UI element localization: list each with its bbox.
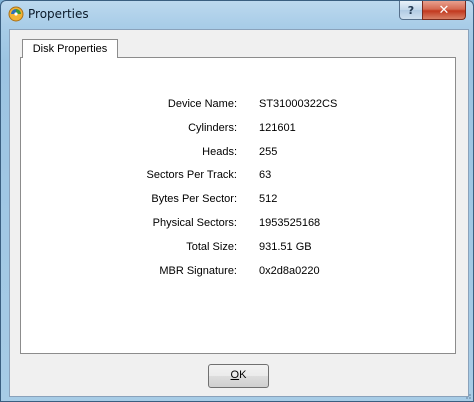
property-label: Cylinders: [188,122,237,134]
property-row-mbr-signature: MBR Signature: 0x2d8a0220 [21,263,455,279]
help-icon: ? [407,3,415,17]
property-row-heads: Heads: 255 [21,144,455,160]
property-row-bytes-per-sector: Bytes Per Sector: 512 [21,191,455,207]
tab-disk-properties[interactable]: Disk Properties [22,39,118,58]
ok-mnemonic: O [230,369,240,381]
property-value: 1953525168 [259,217,321,229]
property-value: 512 [259,193,278,205]
property-row-total-size: Total Size: 931.51 GB [21,239,455,255]
ok-label-rest: K [239,369,247,381]
close-icon: ✕ [438,2,450,18]
property-value: ST31000322CS [259,98,338,110]
property-row-cylinders: Cylinders: 121601 [21,120,455,136]
title-bar[interactable]: Properties ? ✕ [1,1,473,28]
tab-label: Disk Properties [32,43,108,55]
property-row-sectors-per-track: Sectors Per Track: 63 [21,167,455,183]
dialog-client-area: Disk Properties Device Name: ST31000322C… [9,29,469,397]
property-value: 931.51 GB [259,241,312,253]
property-label: Sectors Per Track: [146,169,237,181]
property-label: Device Name: [167,98,237,110]
properties-window: Properties ? ✕ Disk Properties Device Na… [0,0,474,402]
property-row-device-name: Device Name: ST31000322CS [21,96,455,112]
close-button[interactable]: ✕ [422,1,466,20]
ok-button[interactable]: OK [208,364,269,388]
disk-properties-panel: Device Name: ST31000322CS Cylinders: 121… [20,57,456,354]
property-value: 63 [259,169,272,181]
property-value: 121601 [259,122,296,134]
window-title: Properties [28,7,89,21]
help-button[interactable]: ? [399,1,423,20]
property-label: Bytes Per Sector: [151,193,237,205]
property-row-physical-sectors: Physical Sectors: 1953525168 [21,215,455,231]
disk-tool-icon [8,6,24,22]
resize-grip-icon[interactable] [462,390,472,400]
property-label: Heads: [202,146,237,158]
property-value: 255 [259,146,278,158]
property-label: MBR Signature: [159,265,237,277]
property-label: Physical Sectors: [152,217,237,229]
property-value: 0x2d8a0220 [259,265,320,277]
property-label: Total Size: [186,241,237,253]
